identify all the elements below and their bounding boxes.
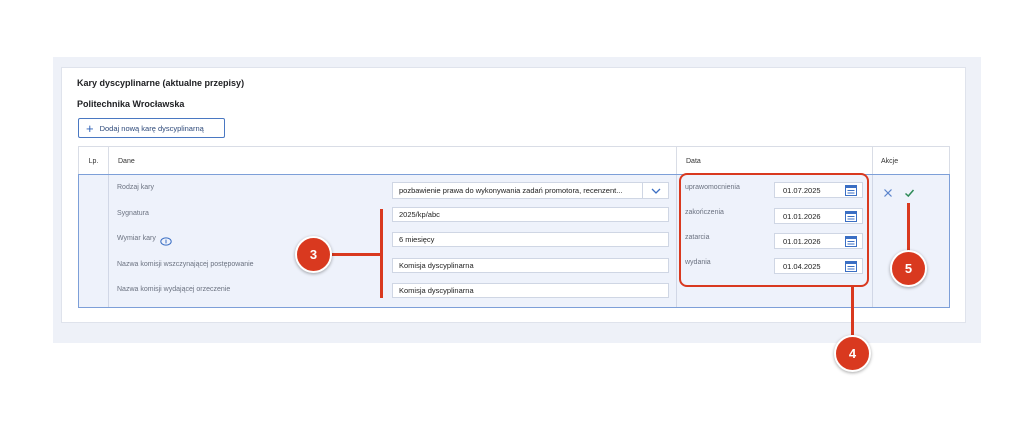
chevron-down-icon[interactable]	[642, 183, 668, 198]
ruling-committee-input[interactable]: Komisja dyscyplinarna	[392, 283, 669, 298]
field-label-komisja-wszczynajaca: Nazwa komisji wszczynającej postępowanie	[117, 261, 254, 268]
header-dane: Dane	[109, 147, 677, 175]
check-icon[interactable]	[904, 185, 915, 203]
column-divider	[676, 175, 677, 307]
table-header: Lp. Dane Data Akcje	[78, 146, 950, 175]
org-name: Politechnika Wrocławska	[77, 99, 185, 109]
header-data: Data	[677, 147, 873, 175]
callout-badge-4: 4	[834, 335, 871, 372]
signature-input[interactable]: 2025/kp/abc	[392, 207, 669, 222]
column-divider	[108, 175, 109, 307]
callout-badge-3: 3	[295, 236, 332, 273]
field-label-komisja-wydajaca: Nazwa komisji wydającej orzeczenie	[117, 286, 231, 293]
callout-connector-5	[907, 203, 910, 251]
callout-box-4	[679, 173, 869, 287]
add-penalty-button[interactable]: + Dodaj nową karę dyscyplinarną	[78, 118, 225, 138]
penalty-duration-input[interactable]: 6 miesięcy	[392, 232, 669, 247]
column-divider	[872, 175, 873, 307]
close-icon[interactable]	[883, 185, 893, 203]
initiating-committee-input[interactable]: Komisja dyscyplinarna	[392, 258, 669, 273]
callout-connector-4	[851, 287, 854, 335]
screen: Kary dyscyplinarne (aktualne przepisy) P…	[0, 0, 1024, 428]
add-penalty-label: Dodaj nową karę dyscyplinarną	[99, 123, 204, 133]
field-label-rodzaj-kary: Rodzaj kary	[117, 184, 154, 191]
penalty-type-select[interactable]: pozbawienie prawa do wykonywania zadań p…	[392, 182, 669, 199]
header-lp: Lp.	[79, 147, 109, 175]
penalty-type-value: pozbawienie prawa do wykonywania zadań p…	[399, 186, 623, 195]
callout-badge-5: 5	[890, 250, 927, 287]
header-akcje: Akcje	[881, 157, 899, 165]
field-label-wymiar-kary: Wymiar kary	[117, 235, 156, 242]
info-icon[interactable]	[160, 233, 172, 251]
plus-icon: +	[86, 120, 94, 136]
field-label-sygnatura: Sygnatura	[117, 210, 149, 217]
callout-connector-3	[332, 253, 382, 256]
section-title: Kary dyscyplinarne (aktualne przepisy)	[77, 78, 245, 88]
